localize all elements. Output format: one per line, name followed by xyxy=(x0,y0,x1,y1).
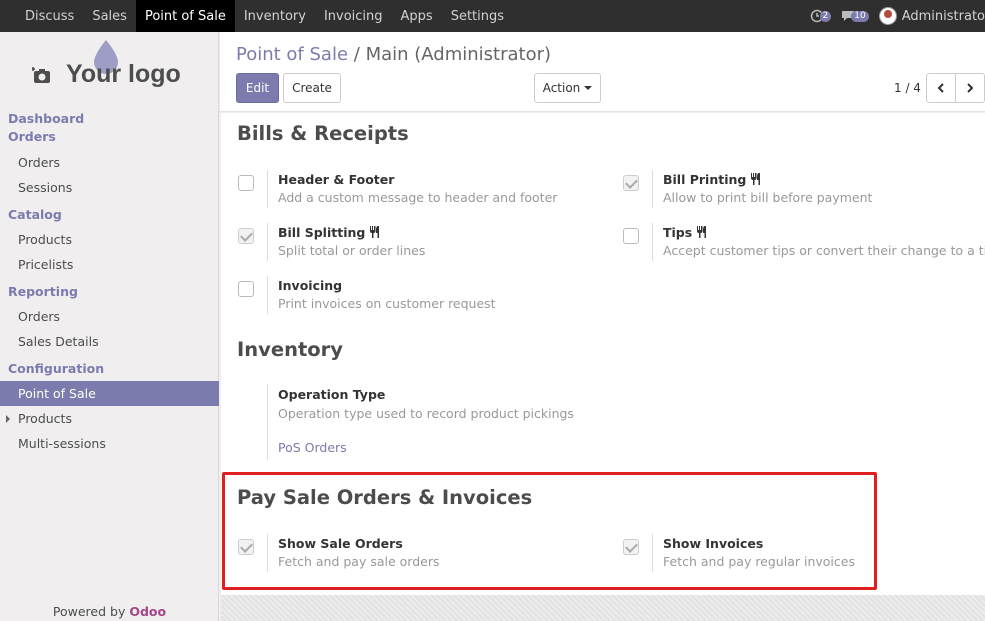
sidebar-item-orders[interactable]: Orders xyxy=(0,150,219,175)
sidebar-head-orders: Orders xyxy=(8,129,56,144)
setting-divider xyxy=(652,223,653,261)
sidebar-head-reporting: Reporting xyxy=(8,284,78,299)
sidebar-head-configuration: Configuration xyxy=(8,361,105,376)
messages-button[interactable]: 10 xyxy=(841,10,869,22)
restaurant-icon xyxy=(697,226,707,238)
sidebar-item-products[interactable]: Products xyxy=(0,227,219,252)
invoicing-checkbox[interactable] xyxy=(238,281,254,297)
sidebar-head-catalog: Catalog xyxy=(8,207,62,222)
tips-title: Tips xyxy=(663,225,709,240)
powered-by-text: Powered by xyxy=(52,604,126,619)
sidebar-item-label: Products xyxy=(18,411,72,426)
chevron-right-icon xyxy=(967,83,974,93)
sidebar-item-sessions[interactable]: Sessions xyxy=(0,175,219,200)
menu-invoicing[interactable]: Invoicing xyxy=(315,0,392,32)
tips-label: Tips xyxy=(663,225,693,240)
action-dropdown[interactable]: Action xyxy=(534,73,601,103)
menu-sales[interactable]: Sales xyxy=(83,0,136,32)
sidebar-item-point-of-sale[interactable]: Point of Sale xyxy=(0,381,219,406)
menu-apps[interactable]: Apps xyxy=(392,0,442,32)
restaurant-icon xyxy=(751,173,761,185)
company-logo: Your logo xyxy=(20,40,200,100)
camera-icon xyxy=(32,67,50,83)
setting-divider xyxy=(267,276,268,314)
breadcrumb-separator: / xyxy=(353,44,360,65)
menu-discuss[interactable]: Discuss xyxy=(16,0,83,32)
setting-divider xyxy=(267,170,268,208)
tips-checkbox[interactable] xyxy=(623,228,639,244)
header-footer-title: Header & Footer xyxy=(278,172,395,187)
header-footer-desc: Add a custom message to header and foote… xyxy=(278,190,558,205)
bill-splitting-desc: Split total or order lines xyxy=(278,243,426,258)
section-heading-inventory: Inventory xyxy=(237,338,344,361)
highlight-box xyxy=(222,472,877,590)
user-avatar[interactable] xyxy=(878,7,897,25)
tips-desc: Accept customer tips or convert their ch… xyxy=(663,243,985,258)
bill-printing-checkbox[interactable] xyxy=(623,175,639,191)
bill-printing-label: Bill Printing xyxy=(663,172,747,187)
operation-type-title: Operation Type xyxy=(278,387,386,402)
sidebar-item-config-products[interactable]: Products xyxy=(0,406,219,431)
sidebar-item-multi-sessions[interactable]: Multi-sessions xyxy=(0,431,219,456)
operation-type-desc: Operation type used to record product pi… xyxy=(278,406,574,421)
section-heading-bills: Bills & Receipts xyxy=(237,122,409,145)
pager-next-button[interactable] xyxy=(955,73,985,103)
sheet-bottom-background xyxy=(221,595,985,621)
activity-button[interactable]: 2 xyxy=(810,9,832,23)
bill-splitting-label: Bill Splitting xyxy=(278,225,366,240)
breadcrumb: Point of Sale / Main (Administrator) xyxy=(236,44,551,65)
app-menu: Discuss Sales Point of Sale Inventory In… xyxy=(0,0,513,32)
breadcrumb-point-of-sale[interactable]: Point of Sale xyxy=(236,44,348,65)
invoicing-title: Invoicing xyxy=(278,278,343,293)
sidebar-head-dashboard[interactable]: Dashboard xyxy=(0,110,219,128)
breadcrumb-current: Main (Administrator) xyxy=(365,44,552,65)
caret-right-icon xyxy=(6,415,10,423)
bill-printing-title: Bill Printing xyxy=(663,172,763,187)
operation-type-link[interactable]: PoS Orders xyxy=(278,440,347,455)
menu-settings[interactable]: Settings xyxy=(442,0,513,32)
bill-splitting-checkbox[interactable] xyxy=(238,228,254,244)
edit-button[interactable]: Edit xyxy=(236,73,279,103)
menu-inventory[interactable]: Inventory xyxy=(235,0,315,32)
activity-count-badge: 2 xyxy=(819,10,832,22)
messages-count-badge: 10 xyxy=(851,10,869,22)
systray: 2 10 Administrato xyxy=(810,0,985,32)
action-label: Action xyxy=(542,81,581,95)
powered-by: Powered by Odoo xyxy=(0,604,219,619)
bill-splitting-title: Bill Splitting xyxy=(278,225,382,240)
sidebar-item-sales-details[interactable]: Sales Details xyxy=(0,329,219,354)
odoo-link[interactable]: Odoo xyxy=(129,604,166,619)
menu-point-of-sale[interactable]: Point of Sale xyxy=(135,0,235,32)
pager-previous-button[interactable] xyxy=(926,73,956,103)
sidebar-nav: Dashboard Orders Orders Sessions Catalog… xyxy=(0,110,219,456)
create-button[interactable]: Create xyxy=(283,73,341,103)
sidebar-item-reporting-orders[interactable]: Orders xyxy=(0,304,219,329)
logo-text: Your logo xyxy=(66,60,181,88)
chevron-left-icon xyxy=(937,83,944,93)
invoicing-desc: Print invoices on customer request xyxy=(278,296,496,311)
sidebar-item-pricelists[interactable]: Pricelists xyxy=(0,252,219,277)
setting-divider xyxy=(267,223,268,261)
caret-down-icon xyxy=(584,86,593,90)
setting-divider xyxy=(652,170,653,208)
header-footer-checkbox[interactable] xyxy=(238,175,254,191)
sidebar: Your logo Dashboard Orders Orders Sessio… xyxy=(0,32,219,621)
setting-divider xyxy=(267,384,268,460)
bill-printing-desc: Allow to print bill before payment xyxy=(663,190,873,205)
restaurant-icon xyxy=(370,226,380,238)
control-panel: Point of Sale / Main (Administrator) Edi… xyxy=(220,32,985,112)
top-navbar: Discuss Sales Point of Sale Inventory In… xyxy=(0,0,985,32)
pager-value[interactable]: 1 / 4 xyxy=(894,81,921,95)
user-menu[interactable]: Administrato xyxy=(902,9,985,24)
